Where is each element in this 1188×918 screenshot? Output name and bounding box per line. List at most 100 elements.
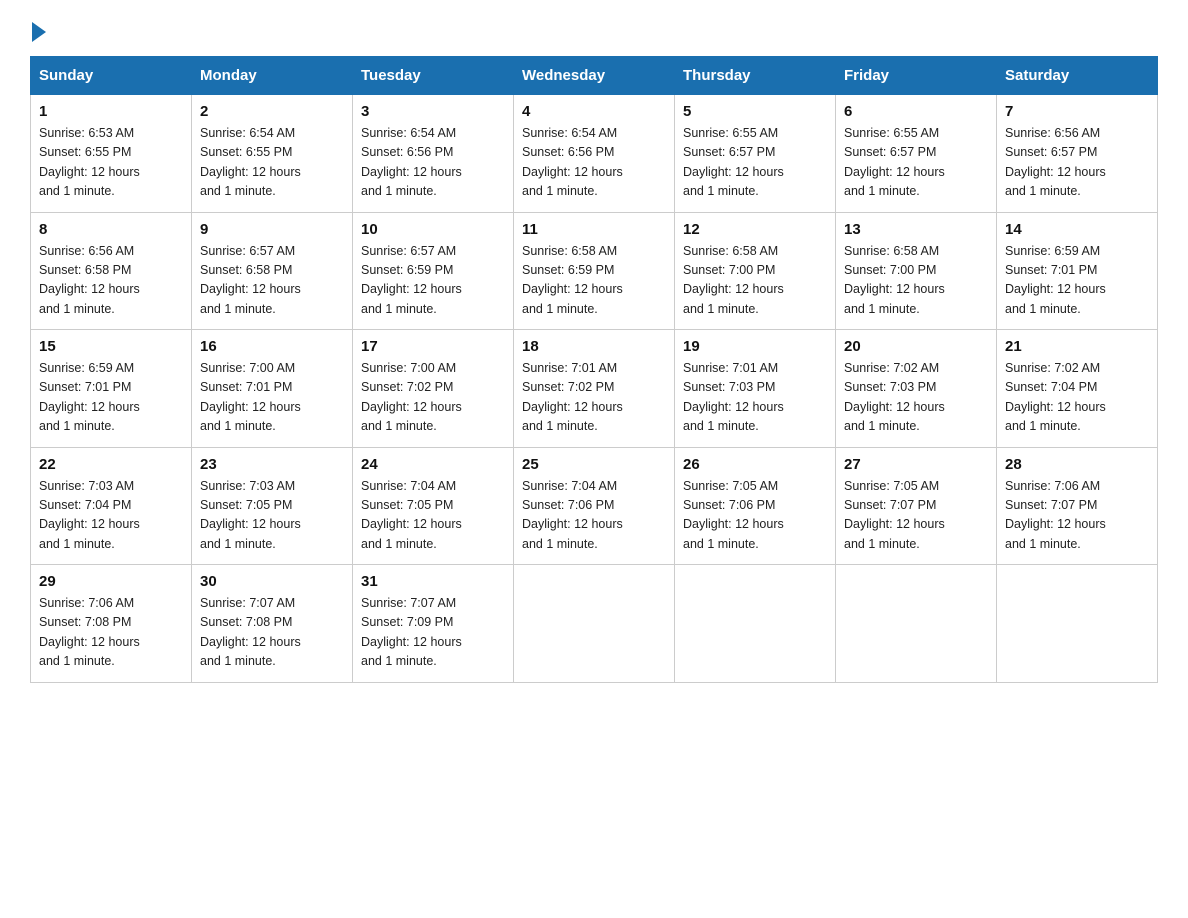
calendar-day-cell: 7Sunrise: 6:56 AMSunset: 6:57 PMDaylight… (997, 95, 1158, 213)
day-info: Sunrise: 6:58 AMSunset: 6:59 PMDaylight:… (522, 242, 666, 320)
column-header-monday: Monday (192, 57, 353, 95)
day-number: 29 (39, 573, 183, 590)
day-number: 23 (200, 456, 344, 473)
day-info: Sunrise: 6:55 AMSunset: 6:57 PMDaylight:… (844, 124, 988, 202)
calendar-day-cell: 16Sunrise: 7:00 AMSunset: 7:01 PMDayligh… (192, 330, 353, 448)
calendar-day-cell: 18 Sunrise: 7:01 AMSunset: 7:02 PMDayligh… (514, 330, 675, 448)
page-header (30, 20, 1158, 38)
column-header-saturday: Saturday (997, 57, 1158, 95)
day-number: 13 (844, 221, 988, 238)
day-info: Sunrise: 7:02 AMSunset: 7:03 PMDaylight:… (844, 359, 988, 437)
calendar-day-cell: 26Sunrise: 7:05 AMSunset: 7:06 PMDayligh… (675, 447, 836, 565)
column-header-thursday: Thursday (675, 57, 836, 95)
day-info: Sunrise: 7:02 AMSunset: 7:04 PMDaylight:… (1005, 359, 1149, 437)
day-number: 19 (683, 338, 827, 355)
calendar-day-cell: 17Sunrise: 7:00 AMSunset: 7:02 PMDayligh… (353, 330, 514, 448)
calendar-day-cell: 28 Sunrise: 7:06 AMSunset: 7:07 PMDayligh… (997, 447, 1158, 565)
day-info: Sunrise: 6:53 AMSunset: 6:55 PMDaylight:… (39, 124, 183, 202)
day-number: 10 (361, 221, 505, 238)
day-info: Sunrise: 6:57 AMSunset: 6:58 PMDaylight:… (200, 242, 344, 320)
day-number: 4 (522, 103, 666, 120)
day-number: 21 (1005, 338, 1149, 355)
calendar-day-cell: 31 Sunrise: 7:07 AMSunset: 7:09 PMDayligh… (353, 565, 514, 683)
calendar-day-cell: 14 Sunrise: 6:59 AMSunset: 7:01 PMDayligh… (997, 212, 1158, 330)
calendar-day-cell: 1Sunrise: 6:53 AMSunset: 6:55 PMDaylight… (31, 95, 192, 213)
calendar-day-cell: 6 Sunrise: 6:55 AMSunset: 6:57 PMDaylight… (836, 95, 997, 213)
column-header-friday: Friday (836, 57, 997, 95)
day-number: 11 (522, 221, 666, 238)
day-info: Sunrise: 7:04 AMSunset: 7:05 PMDaylight:… (361, 477, 505, 555)
calendar-day-cell: 25 Sunrise: 7:04 AMSunset: 7:06 PMDayligh… (514, 447, 675, 565)
day-number: 6 (844, 103, 988, 120)
day-info: Sunrise: 7:07 AMSunset: 7:09 PMDaylight:… (361, 594, 505, 672)
day-info: Sunrise: 7:04 AMSunset: 7:06 PMDaylight:… (522, 477, 666, 555)
calendar-week-row: 8Sunrise: 6:56 AMSunset: 6:58 PMDaylight… (31, 212, 1158, 330)
day-info: Sunrise: 6:58 AMSunset: 7:00 PMDaylight:… (683, 242, 827, 320)
day-number: 2 (200, 103, 344, 120)
calendar-day-cell: 15 Sunrise: 6:59 AMSunset: 7:01 PMDayligh… (31, 330, 192, 448)
day-number: 5 (683, 103, 827, 120)
calendar-day-cell: 20 Sunrise: 7:02 AMSunset: 7:03 PMDayligh… (836, 330, 997, 448)
calendar-day-cell: 13Sunrise: 6:58 AMSunset: 7:00 PMDayligh… (836, 212, 997, 330)
day-info: Sunrise: 6:54 AMSunset: 6:56 PMDaylight:… (522, 124, 666, 202)
day-info: Sunrise: 7:03 AMSunset: 7:05 PMDaylight:… (200, 477, 344, 555)
day-number: 22 (39, 456, 183, 473)
day-number: 27 (844, 456, 988, 473)
calendar-table: SundayMondayTuesdayWednesdayThursdayFrid… (30, 56, 1158, 683)
calendar-week-row: 15 Sunrise: 6:59 AMSunset: 7:01 PMDayligh… (31, 330, 1158, 448)
day-info: Sunrise: 6:57 AMSunset: 6:59 PMDaylight:… (361, 242, 505, 320)
day-info: Sunrise: 6:59 AMSunset: 7:01 PMDaylight:… (1005, 242, 1149, 320)
calendar-day-cell: 23 Sunrise: 7:03 AMSunset: 7:05 PMDayligh… (192, 447, 353, 565)
calendar-day-cell: 8Sunrise: 6:56 AMSunset: 6:58 PMDaylight… (31, 212, 192, 330)
calendar-day-cell (997, 565, 1158, 683)
day-info: Sunrise: 6:59 AMSunset: 7:01 PMDaylight:… (39, 359, 183, 437)
column-header-tuesday: Tuesday (353, 57, 514, 95)
day-info: Sunrise: 6:55 AMSunset: 6:57 PMDaylight:… (683, 124, 827, 202)
day-number: 25 (522, 456, 666, 473)
day-number: 18 (522, 338, 666, 355)
day-number: 9 (200, 221, 344, 238)
day-number: 12 (683, 221, 827, 238)
calendar-day-cell: 22 Sunrise: 7:03 AMSunset: 7:04 PMDayligh… (31, 447, 192, 565)
calendar-day-cell: 30Sunrise: 7:07 AMSunset: 7:08 PMDayligh… (192, 565, 353, 683)
day-info: Sunrise: 7:05 AMSunset: 7:07 PMDaylight:… (844, 477, 988, 555)
day-info: Sunrise: 7:00 AMSunset: 7:02 PMDaylight:… (361, 359, 505, 437)
calendar-day-cell: 19 Sunrise: 7:01 AMSunset: 7:03 PMDayligh… (675, 330, 836, 448)
calendar-day-cell: 3Sunrise: 6:54 AMSunset: 6:56 PMDaylight… (353, 95, 514, 213)
calendar-day-cell (675, 565, 836, 683)
calendar-day-cell (514, 565, 675, 683)
calendar-day-cell: 5 Sunrise: 6:55 AMSunset: 6:57 PMDaylight… (675, 95, 836, 213)
calendar-week-row: 1Sunrise: 6:53 AMSunset: 6:55 PMDaylight… (31, 95, 1158, 213)
day-info: Sunrise: 7:03 AMSunset: 7:04 PMDaylight:… (39, 477, 183, 555)
day-number: 14 (1005, 221, 1149, 238)
day-info: Sunrise: 6:56 AMSunset: 6:58 PMDaylight:… (39, 242, 183, 320)
day-number: 31 (361, 573, 505, 590)
day-number: 16 (200, 338, 344, 355)
calendar-day-cell (836, 565, 997, 683)
day-info: Sunrise: 7:01 AMSunset: 7:03 PMDaylight:… (683, 359, 827, 437)
day-info: Sunrise: 6:54 AMSunset: 6:56 PMDaylight:… (361, 124, 505, 202)
day-number: 15 (39, 338, 183, 355)
day-number: 20 (844, 338, 988, 355)
day-info: Sunrise: 7:01 AMSunset: 7:02 PMDaylight:… (522, 359, 666, 437)
day-info: Sunrise: 7:06 AMSunset: 7:07 PMDaylight:… (1005, 477, 1149, 555)
calendar-day-cell: 4 Sunrise: 6:54 AMSunset: 6:56 PMDaylight… (514, 95, 675, 213)
logo (30, 20, 46, 38)
day-info: Sunrise: 7:06 AMSunset: 7:08 PMDaylight:… (39, 594, 183, 672)
calendar-day-cell: 11 Sunrise: 6:58 AMSunset: 6:59 PMDayligh… (514, 212, 675, 330)
calendar-day-cell: 21 Sunrise: 7:02 AMSunset: 7:04 PMDayligh… (997, 330, 1158, 448)
day-number: 26 (683, 456, 827, 473)
logo-arrow-icon (32, 22, 46, 42)
day-number: 30 (200, 573, 344, 590)
calendar-day-cell: 10 Sunrise: 6:57 AMSunset: 6:59 PMDayligh… (353, 212, 514, 330)
calendar-header-row: SundayMondayTuesdayWednesdayThursdayFrid… (31, 57, 1158, 95)
day-info: Sunrise: 6:54 AMSunset: 6:55 PMDaylight:… (200, 124, 344, 202)
calendar-week-row: 22 Sunrise: 7:03 AMSunset: 7:04 PMDayligh… (31, 447, 1158, 565)
calendar-day-cell: 9 Sunrise: 6:57 AMSunset: 6:58 PMDaylight… (192, 212, 353, 330)
calendar-week-row: 29 Sunrise: 7:06 AMSunset: 7:08 PMDayligh… (31, 565, 1158, 683)
calendar-day-cell: 24Sunrise: 7:04 AMSunset: 7:05 PMDayligh… (353, 447, 514, 565)
day-number: 28 (1005, 456, 1149, 473)
calendar-day-cell: 29 Sunrise: 7:06 AMSunset: 7:08 PMDayligh… (31, 565, 192, 683)
calendar-day-cell: 12 Sunrise: 6:58 AMSunset: 7:00 PMDayligh… (675, 212, 836, 330)
column-header-sunday: Sunday (31, 57, 192, 95)
